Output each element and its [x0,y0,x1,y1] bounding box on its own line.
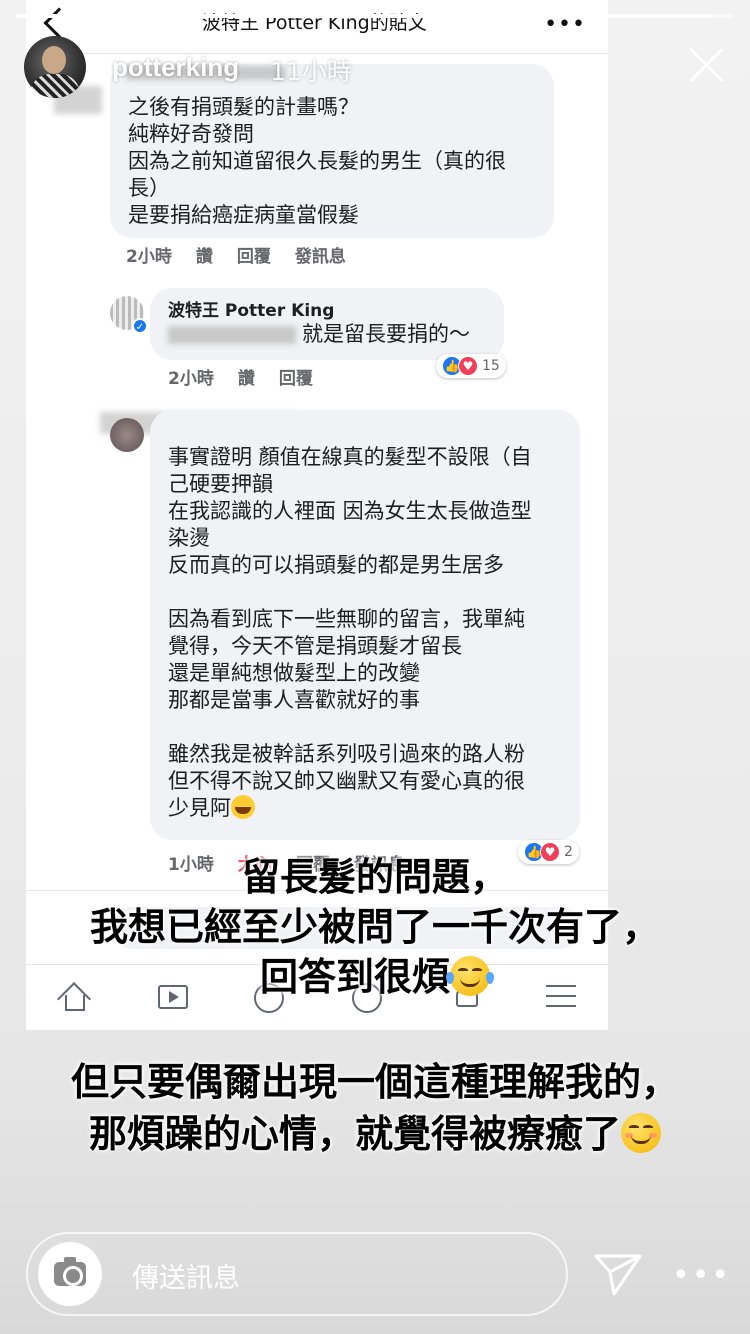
reply-bubble: 波特王 Potter King 就是留長要捐的～ [150,288,504,360]
camera-button[interactable] [38,1242,102,1306]
comment-line: 覺得，今天不管是捐頭髮才留長 [168,634,462,658]
comment-line: 染燙 [168,526,210,550]
reply-meta: 2小時 讚 回覆 [168,364,313,389]
comment-line: 純粹好奇發問 [128,122,254,146]
comment-line: 是要捐給癌症病童當假髮 [128,203,359,227]
comment-line: 那都是當事人喜歡就好的事 [168,688,420,712]
story-caption-1: 留長髮的問題， 我想已經至少被問了一千次有了， 回答到很煩 [0,852,750,1002]
comment-line: 己硬要押韻 [168,472,273,496]
laughing-emoji-icon [231,795,255,819]
camera-icon [54,1257,86,1286]
caption-text: 但只要偶爾出現一個這種理解我的， 那煩躁的心情，就覺得被療癒了 [70,1060,679,1156]
fb-post-title: 波特王 Potter King的貼文 [202,12,427,34]
reply-link: 回覆 [236,247,271,267]
more-dots-icon[interactable]: ••• [672,1258,731,1293]
story-header: potterking 11小時 [24,34,726,104]
comment-line: 長） [128,176,170,200]
message-link: 發訊息 [294,247,346,267]
comment-line: 但不得不說又帥又幽默又有愛心真的很 [168,769,525,793]
story-caption-2: 但只要偶爾出現一個這種理解我的， 那煩躁的心情，就覺得被療癒了 [0,1056,750,1160]
reply-author: 波特王 Potter King [168,301,335,321]
comment-meta-1: 2小時 讚 回覆 發訊息 [126,242,346,267]
blurred-mention [168,325,296,344]
comment-bubble-2: 事實證明 顏值在線真的髮型不設限（自 己硬要押韻 在我認識的人裡面 因為女生太長… [150,410,580,840]
user-avatar[interactable] [24,36,86,98]
story-progress-fill [16,14,713,18]
reply-link: 回覆 [278,369,313,389]
reply-author-avatar: ✓ [110,296,148,334]
smiling-blush-emoji-icon [621,1113,661,1153]
comment-line: 還是單純想做髮型上的改變 [168,661,420,685]
love-reaction-icon: ♥ [458,356,478,376]
story-timestamp: 11小時 [270,57,352,86]
message-placeholder: 傳送訊息 [132,1263,240,1294]
comment-text: 少見阿 [168,796,231,820]
tears-of-joy-emoji-icon [446,956,494,996]
comment-time: 2小時 [126,247,172,267]
reply-text: 就是留長要捐的～ [302,322,470,346]
comment-author-avatar [110,418,144,452]
comment-line: 在我認識的人裡面 因為女生太長做造型 [168,499,532,523]
username[interactable]: potterking [112,52,239,83]
reply-reactions: 👍 ♥ 15 [436,354,506,378]
comment-line: 事實證明 顏值在線真的髮型不設限（自 [168,445,532,469]
verified-badge-icon: ✓ [132,318,148,334]
comment-line-last: 少見阿 [168,795,562,822]
like-link: 讚 [195,247,213,267]
story-progress-bar [16,14,734,18]
reaction-count: 15 [482,358,500,374]
send-message-field[interactable]: 傳送訊息 [26,1232,568,1316]
close-icon[interactable] [686,44,726,84]
caption-text: 留長髮的問題， 我想已經至少被問了一千次有了， 回答到很煩 [89,855,660,999]
send-icon[interactable] [594,1252,642,1296]
comment-line: 因為看到底下一些無聊的留言，我單純 [168,607,525,631]
comment-line: 反而真的可以捐頭髮的都是男生居多 [168,553,504,577]
reply-time: 2小時 [168,369,214,389]
comment-line: 因為之前知道留很久長髮的男生（真的很 [128,149,506,173]
comment-line: 雖然我是被幹話系列吸引過來的路人粉 [168,742,525,766]
like-link: 讚 [237,369,255,389]
